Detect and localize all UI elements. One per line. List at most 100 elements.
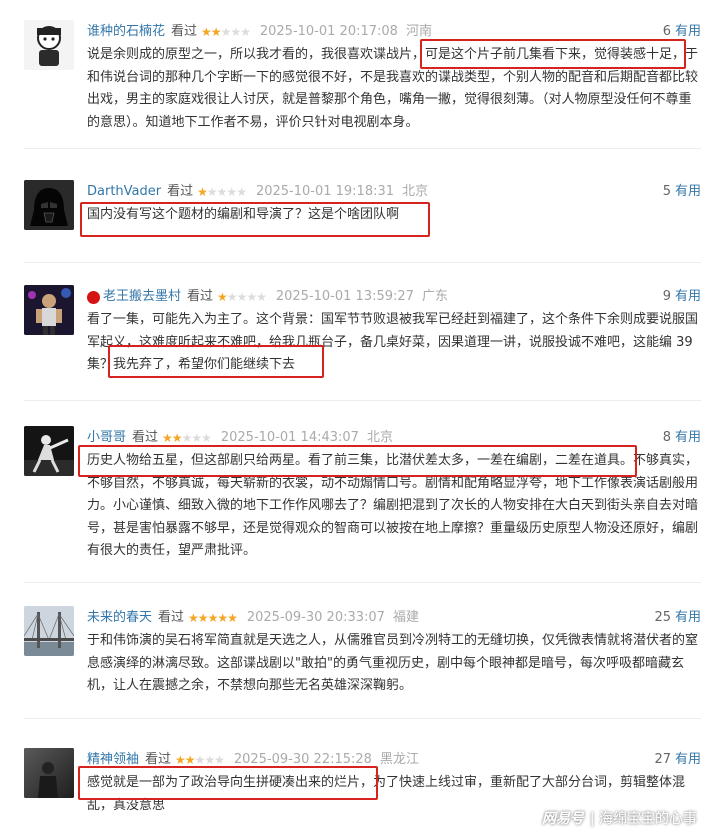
location: 广东 [421, 289, 448, 304]
vote-count: 27 有用 [654, 750, 701, 770]
star-icon: ★ [256, 290, 267, 304]
timestamp: 2025-10-01 14:43:07 [220, 430, 359, 445]
watched-label: 看过 [187, 289, 214, 304]
review-text: 国内没有写这个题材的编剧和导演了？这是个啥团队啊 [87, 207, 400, 222]
vote-count: 6 有用 [663, 22, 701, 42]
review-item: 谁种的石楠花 看过 ★ ★ ★ ★ ★ 2025-10-01 20:17:08 河南 6… [0, 20, 721, 130]
timestamp: 2025-10-01 19:18:31 [255, 184, 395, 199]
vote-number: 27 [654, 752, 671, 767]
star-icon: ★ [220, 25, 232, 39]
watched-label: 看过 [167, 184, 194, 199]
red-circle-icon [87, 290, 100, 304]
vote-count: 25 有用 [654, 608, 701, 628]
review-header: 老王搬去墨村 看过 ★ ★ ★ ★ ★ 2025-10-01 13:59:27 广东 [87, 287, 448, 307]
useful-button[interactable]: 有用 [675, 24, 701, 39]
username[interactable]: 未来的春天 [87, 608, 152, 628]
review-text: 看了一集，可能先入为主了。这个背景：国军节节败退被我军已经赶到福建了，这个条件下… [87, 312, 699, 372]
location: 黑龙江 [379, 752, 419, 767]
username[interactable]: 精神领袖 [87, 750, 139, 770]
avatar[interactable] [24, 426, 74, 476]
useful-button[interactable]: 有用 [675, 184, 701, 199]
vote-number: 9 [662, 289, 671, 304]
divider [24, 148, 701, 149]
star-icon: ★ [197, 185, 208, 199]
star-icon: ★ [204, 753, 215, 767]
review-header: 小哥哥 看过 ★ ★ ★ ★ ★ 2025-10-01 14:43:07 北京 [87, 428, 393, 448]
location: 福建 [392, 610, 419, 625]
timestamp: 2025-10-01 13:59:27 [275, 289, 414, 304]
star-icon: ★ [194, 753, 206, 767]
username[interactable]: 老王搬去墨村 [103, 287, 181, 307]
star-icon: ★ [175, 753, 186, 767]
watched-label: 看过 [158, 610, 185, 625]
star-icon: ★ [227, 611, 238, 625]
vote-number: 6 [662, 24, 671, 39]
star-icon: ★ [188, 611, 199, 625]
star-icon: ★ [214, 753, 225, 767]
location: 北京 [366, 430, 393, 445]
star-icon: ★ [181, 431, 193, 445]
watermark-separator: | [589, 811, 595, 827]
star-icon: ★ [206, 185, 218, 199]
divider [24, 262, 701, 263]
star-rating: ★ ★ ★ ★ ★ [197, 185, 247, 199]
useful-button[interactable]: 有用 [675, 430, 701, 445]
useful-button[interactable]: 有用 [675, 289, 701, 304]
avatar[interactable] [24, 606, 74, 656]
watermark: 网易号 | 海绵宝宝的心事 [542, 808, 697, 828]
vote-count: 5 有用 [663, 182, 701, 202]
username[interactable]: 谁种的石楠花 [87, 22, 165, 42]
star-icon: ★ [210, 25, 222, 39]
star-rating: ★ ★ ★ ★ ★ [201, 25, 251, 39]
star-rating: ★ ★ ★ ★ ★ [162, 431, 212, 445]
star-icon: ★ [191, 431, 202, 445]
vote-number: 25 [654, 610, 671, 625]
review-header: 谁种的石楠花 看过 ★ ★ ★ ★ ★ 2025-10-01 20:17:08 河南 [87, 22, 432, 42]
star-icon: ★ [207, 611, 219, 625]
location: 北京 [402, 184, 429, 199]
watched-label: 看过 [171, 24, 198, 39]
star-icon: ★ [240, 25, 251, 39]
star-icon: ★ [184, 753, 196, 767]
divider [24, 718, 701, 719]
star-icon: ★ [201, 25, 212, 39]
star-rating: ★ ★ ★ ★ ★ [217, 290, 267, 304]
star-rating: ★ ★ ★ ★ ★ [175, 753, 225, 767]
star-icon: ★ [171, 431, 183, 445]
star-icon: ★ [197, 611, 209, 625]
divider [24, 400, 701, 401]
star-icon: ★ [162, 431, 173, 445]
star-icon: ★ [217, 611, 228, 625]
avatar[interactable] [24, 748, 74, 798]
review-text: 于和伟饰演的吴石将军简直就是天选之人，从儒雅官员到冷冽特工的无缝切换，仅凭微表情… [87, 633, 699, 693]
review-item: 未来的春天 看过 ★ ★ ★ ★ ★ 2025-09-30 20:33:07 福建 25… [0, 606, 721, 716]
review-header: 未来的春天 看过 ★ ★ ★ ★ ★ 2025-09-30 20:33:07 福建 [87, 608, 419, 628]
useful-button[interactable]: 有用 [675, 610, 701, 625]
star-icon: ★ [201, 431, 212, 445]
avatar[interactable] [24, 20, 74, 70]
vote-number: 5 [662, 184, 671, 199]
star-icon: ★ [217, 290, 228, 304]
watermark-brand: 网易号 [541, 811, 584, 827]
vote-count: 8 有用 [663, 428, 701, 448]
star-icon: ★ [246, 290, 257, 304]
review-item: 小哥哥 看过 ★ ★ ★ ★ ★ 2025-10-01 14:43:07 北京 8 有用 … [0, 426, 721, 558]
star-rating: ★ ★ ★ ★ ★ [188, 611, 238, 625]
timestamp: 2025-09-30 20:33:07 [246, 610, 385, 625]
vote-number: 8 [662, 430, 671, 445]
timestamp: 2025-10-01 20:17:08 [259, 24, 398, 39]
location: 河南 [405, 24, 432, 39]
star-icon: ★ [230, 25, 241, 39]
username[interactable]: 小哥哥 [87, 428, 126, 448]
useful-button[interactable]: 有用 [675, 752, 701, 767]
watched-label: 看过 [145, 752, 172, 767]
review-header: 精神领袖 看过 ★ ★ ★ ★ ★ 2025-09-30 22:15:28 黑龙江 [87, 750, 419, 770]
watermark-author: 海绵宝宝的心事 [599, 811, 697, 827]
username[interactable]: DarthVader [87, 182, 161, 202]
watched-label: 看过 [132, 430, 159, 445]
avatar[interactable] [24, 180, 74, 230]
review-text: 历史人物给五星，但这部剧只给两星。看了前三集，比潜伏差太多，一差在编剧，二差在道… [87, 453, 699, 558]
review-text: 说是余则成的原型之一，所以我才看的，我很喜欢谍战片，可是这个片子前几集看下来，觉… [87, 47, 699, 130]
star-icon: ★ [226, 185, 237, 199]
avatar[interactable] [24, 285, 74, 335]
